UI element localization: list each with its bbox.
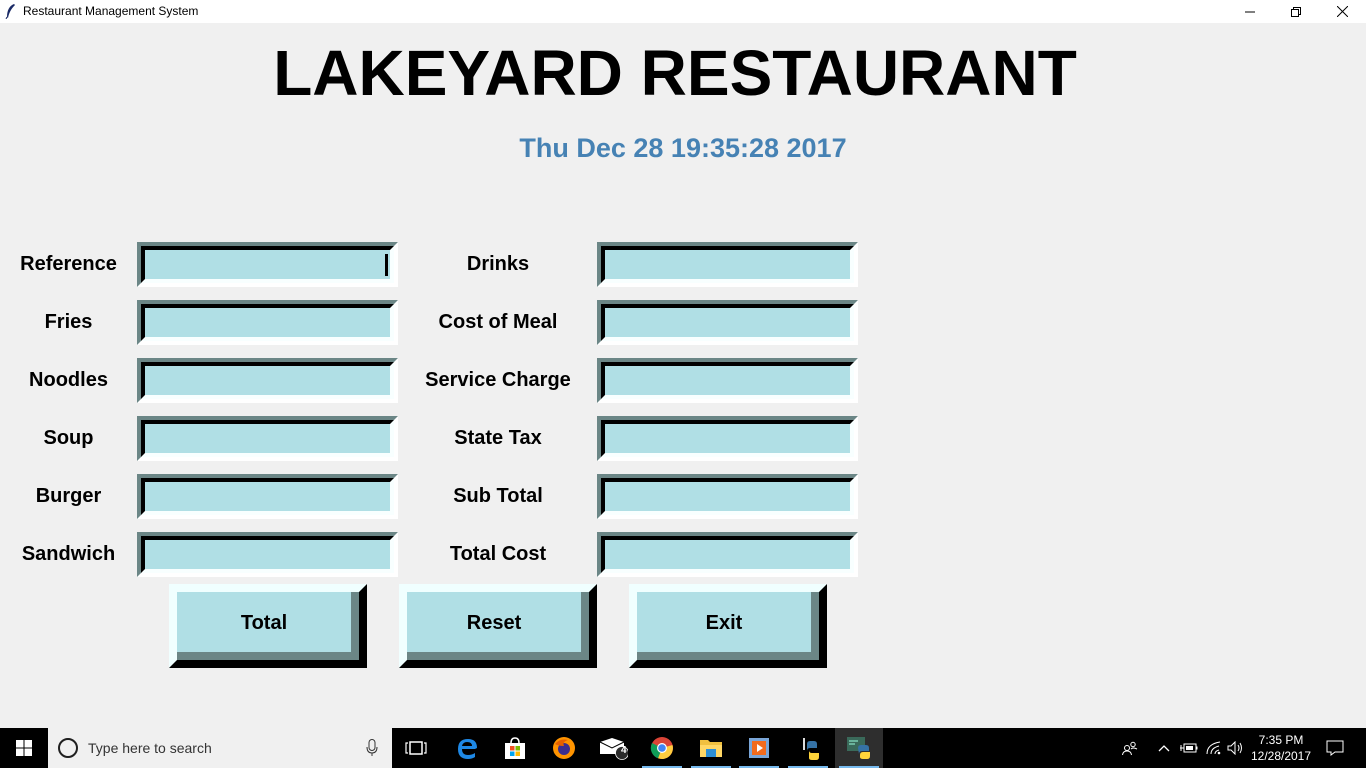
label-noodles: Noodles	[29, 369, 108, 391]
datetime-display: Thu Dec 28 19:35:28 2017	[519, 133, 847, 163]
wifi-button[interactable]	[1204, 728, 1224, 768]
minimize-button[interactable]	[1227, 0, 1273, 23]
edge-icon	[458, 739, 477, 759]
battery-icon	[1180, 743, 1198, 753]
mail-button[interactable]: 4	[589, 728, 637, 768]
restore-icon	[1291, 6, 1301, 17]
task-view-icon	[405, 741, 427, 755]
noodles-entry[interactable]	[137, 358, 398, 403]
mail-badge: 4	[621, 745, 627, 756]
fries-input[interactable]	[145, 308, 390, 337]
label-sandwich: Sandwich	[21, 543, 116, 565]
reference-entry[interactable]	[137, 242, 398, 287]
title-bar: Restaurant Management System	[0, 0, 1366, 23]
state-tax-input[interactable]	[605, 424, 850, 453]
service-charge-entry[interactable]	[597, 358, 858, 403]
restaurant-title: LAKEYARD RESTAURANT	[273, 37, 1077, 109]
edge-button[interactable]	[443, 728, 491, 768]
python-idle-icon	[803, 738, 819, 760]
chrome-button[interactable]	[638, 728, 686, 768]
volume-icon	[1227, 741, 1242, 755]
media-player-button[interactable]	[735, 728, 783, 768]
sandwich-input[interactable]	[145, 540, 390, 569]
sub-total-entry[interactable]	[597, 474, 858, 519]
python-icon	[847, 737, 870, 759]
drinks-input[interactable]	[605, 250, 850, 279]
python-idle-button[interactable]	[784, 728, 832, 768]
label-soup: Soup	[43, 427, 94, 449]
burger-entry[interactable]	[137, 474, 398, 519]
store-button[interactable]	[491, 728, 539, 768]
store-icon	[505, 737, 525, 759]
soup-entry[interactable]	[137, 416, 398, 461]
total-button[interactable]: Total	[169, 584, 367, 668]
label-drinks: Drinks	[466, 253, 530, 275]
sandwich-entry[interactable]	[137, 532, 398, 577]
total-cost-input[interactable]	[605, 540, 850, 569]
clock-time: 7:35 PM	[1258, 733, 1304, 747]
total-cost-entry[interactable]	[597, 532, 858, 577]
minimize-icon	[1245, 11, 1255, 12]
taskbar: Type here to search 4 7:35 PM 12/28/2017	[0, 728, 1366, 768]
chrome-icon	[650, 737, 673, 760]
close-icon	[1336, 6, 1348, 17]
reference-input[interactable]	[145, 250, 390, 279]
label-state-tax: State Tax	[454, 427, 542, 449]
label-burger: Burger	[35, 485, 102, 507]
label-reference: Reference	[20, 253, 117, 275]
window-title: Restaurant Management System	[23, 4, 199, 18]
feather-icon	[5, 4, 15, 19]
notification-icon	[1326, 740, 1344, 756]
total-button-label: Total	[240, 612, 288, 634]
label-sub-total: Sub Total	[453, 485, 543, 507]
close-button[interactable]	[1319, 0, 1365, 23]
taskbar-clock[interactable]: 7:35 PM 12/28/2017	[1248, 732, 1314, 764]
people-button[interactable]	[1118, 728, 1142, 768]
reset-button[interactable]: Reset	[399, 584, 597, 668]
label-cost-of-meal: Cost of Meal	[438, 311, 558, 333]
media-player-icon	[749, 738, 769, 758]
text-cursor	[385, 254, 388, 276]
cortana-icon	[58, 738, 78, 758]
chevron-up-icon	[1158, 745, 1170, 752]
volume-button[interactable]	[1226, 728, 1246, 768]
exit-button-label: Exit	[705, 612, 743, 634]
drinks-entry[interactable]	[597, 242, 858, 287]
burger-input[interactable]	[145, 482, 390, 511]
restore-button[interactable]	[1273, 0, 1319, 23]
label-fries: Fries	[44, 311, 93, 333]
firefox-icon	[553, 737, 575, 759]
soup-input[interactable]	[145, 424, 390, 453]
label-service-charge: Service Charge	[425, 369, 571, 391]
noodles-input[interactable]	[145, 366, 390, 395]
cost-of-meal-entry[interactable]	[597, 300, 858, 345]
cost-of-meal-input[interactable]	[605, 308, 850, 337]
file-explorer-button[interactable]	[687, 728, 735, 768]
start-button[interactable]	[0, 728, 48, 768]
service-charge-input[interactable]	[605, 366, 850, 395]
people-icon	[1122, 741, 1138, 755]
task-view-button[interactable]	[392, 728, 440, 768]
wifi-icon	[1206, 741, 1221, 755]
microphone-icon[interactable]	[366, 739, 378, 757]
state-tax-entry[interactable]	[597, 416, 858, 461]
sub-total-input[interactable]	[605, 482, 850, 511]
clock-date: 12/28/2017	[1250, 749, 1312, 763]
taskbar-search-box[interactable]: Type here to search	[48, 728, 392, 768]
windows-logo-icon	[16, 740, 32, 756]
fries-entry[interactable]	[137, 300, 398, 345]
search-placeholder: Type here to search	[88, 740, 212, 756]
reset-button-label: Reset	[466, 612, 522, 634]
exit-button[interactable]: Exit	[629, 584, 827, 668]
show-hidden-icons-button[interactable]	[1155, 728, 1173, 768]
firefox-button[interactable]	[540, 728, 588, 768]
python-app-button[interactable]	[835, 728, 883, 768]
action-center-button[interactable]	[1320, 728, 1350, 768]
label-total-cost: Total Cost	[449, 543, 547, 565]
battery-button[interactable]	[1178, 728, 1200, 768]
folder-icon	[700, 740, 722, 757]
